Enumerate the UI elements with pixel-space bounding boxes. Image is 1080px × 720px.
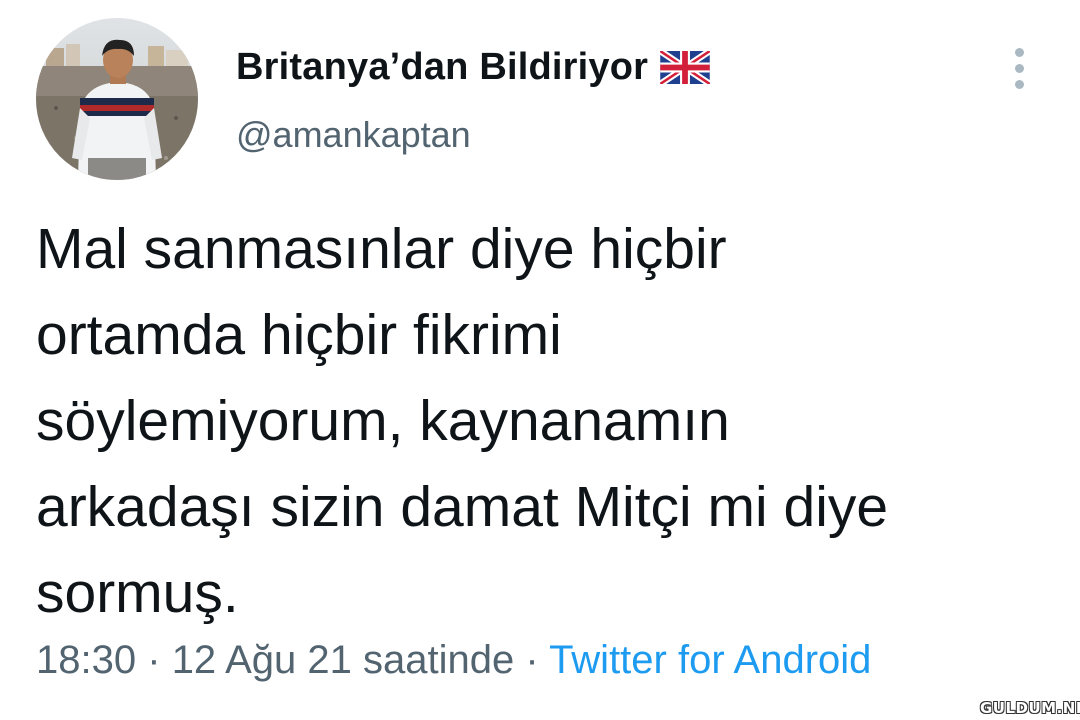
tweet-source-link[interactable]: Twitter for Android: [549, 638, 871, 682]
tweet: Britanya’dan Bildiriyor @amankaptan Mal …: [0, 0, 1080, 720]
tweet-time[interactable]: 18:30: [36, 638, 136, 682]
watermark: GULDUM.NET: [980, 699, 1080, 717]
more-vertical-icon-dot: [1015, 64, 1024, 73]
more-options-button[interactable]: [1000, 40, 1040, 96]
tweet-meta: 18:30 · 12 Ağu 21 saatinde · Twitter for…: [36, 638, 871, 683]
tweet-text-line: ortamda hiçbir fikrimi: [36, 303, 562, 367]
avatar-photo: [36, 18, 198, 180]
meta-separator: ·: [147, 638, 161, 682]
avatar[interactable]: [36, 18, 198, 180]
tweet-text-line: Mal sanmasınlar diye hiçbir: [36, 217, 727, 281]
more-vertical-icon-dot: [1015, 80, 1024, 89]
tweet-text: Mal sanmasınlar diye hiçbir ortamda hiçb…: [36, 206, 1046, 636]
tweet-text-line: sormuş.: [36, 561, 239, 625]
meta-separator: ·: [525, 638, 539, 682]
tweet-text-line: arkadaşı sizin damat Mitçi mi diye: [36, 475, 889, 539]
tweet-text-line: söylemiyorum, kaynanamın: [36, 389, 730, 453]
author-name-text: Britanya’dan Bildiriyor: [236, 46, 649, 88]
uk-flag-icon: [658, 48, 712, 87]
tweet-date[interactable]: 12 Ağu 21 saatinde: [172, 638, 515, 682]
author-display-name[interactable]: Britanya’dan Bildiriyor: [236, 46, 712, 89]
more-vertical-icon: [1015, 48, 1024, 57]
author-handle[interactable]: @amankaptan: [236, 114, 471, 156]
